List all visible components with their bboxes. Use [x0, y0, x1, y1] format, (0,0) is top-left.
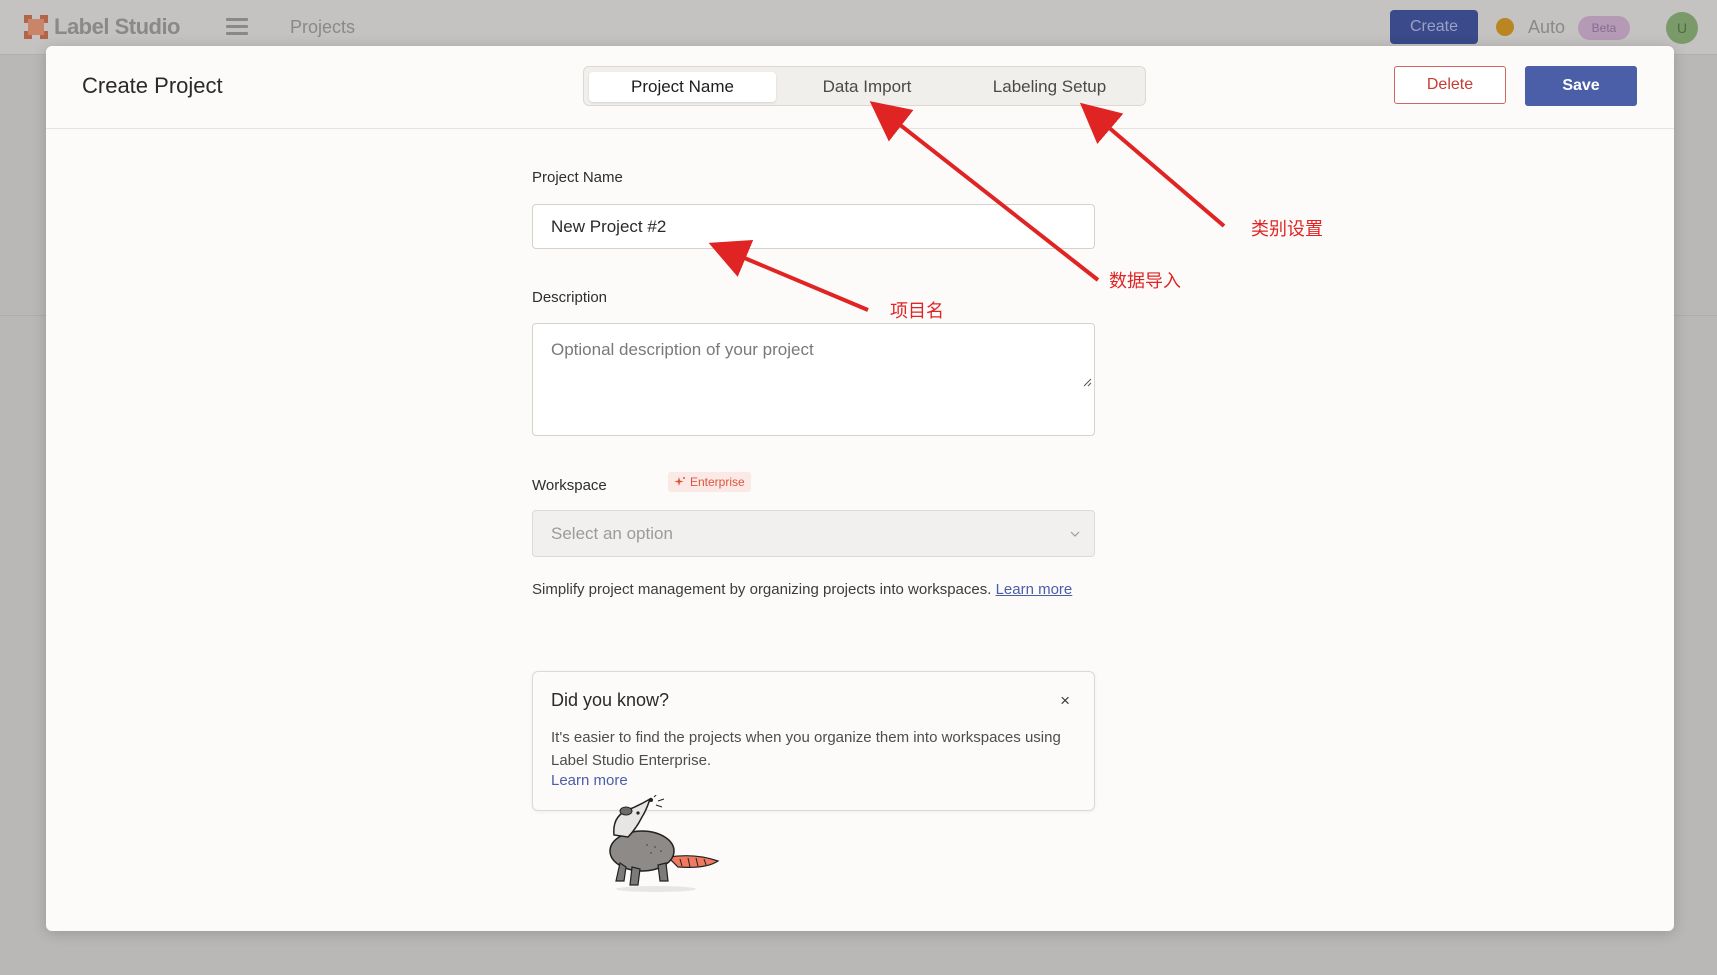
arrow-data-import — [869, 101, 1100, 282]
annotation-project-name: 项目名 — [890, 301, 944, 322]
annotation-arrows — [708, 101, 1226, 312]
arrow-project-name — [708, 239, 869, 312]
annotation-labeling-setup: 类别设置 — [1251, 219, 1323, 240]
annotation-data-import: 数据导入 — [1109, 271, 1181, 292]
arrow-labeling-setup — [1079, 102, 1226, 228]
